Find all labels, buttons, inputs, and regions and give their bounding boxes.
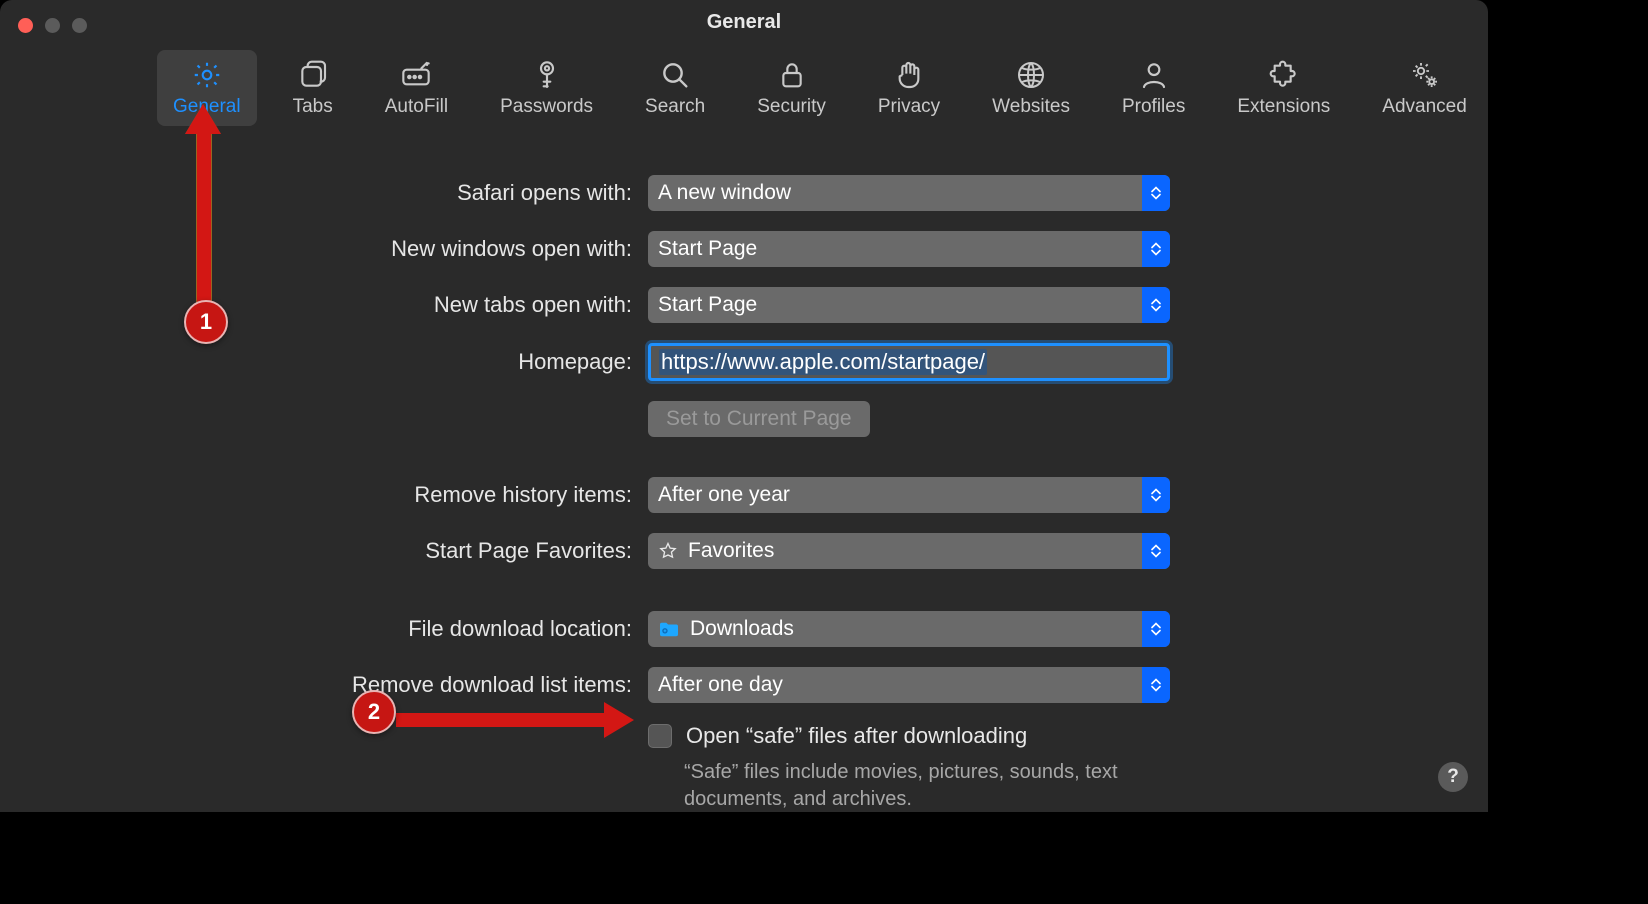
select-download-location[interactable]: Downloads (648, 611, 1170, 647)
hand-icon (893, 58, 925, 92)
select-value: After one day (658, 673, 783, 697)
tab-label: Passwords (500, 96, 593, 118)
folder-icon (658, 620, 680, 638)
open-safe-hint: “Safe” files include movies, pictures, s… (684, 759, 1124, 812)
chevrons-icon (1142, 533, 1170, 569)
select-start-page-favorites[interactable]: Favorites (648, 533, 1170, 569)
lock-icon (776, 58, 808, 92)
label-start-page-favorites: Start Page Favorites: (0, 538, 648, 564)
autofill-icon (400, 58, 432, 92)
star-icon (658, 541, 678, 561)
chevrons-icon (1142, 667, 1170, 703)
tab-profiles[interactable]: Profiles (1106, 50, 1201, 126)
chevrons-icon (1142, 287, 1170, 323)
tab-label: Search (645, 96, 705, 118)
search-icon (659, 58, 691, 92)
tab-general[interactable]: General (157, 50, 257, 126)
label-remove-downloads: Remove download list items: (0, 672, 648, 698)
preferences-toolbar: General Tabs AutoFill (0, 40, 1488, 136)
puzzle-icon (1268, 58, 1300, 92)
tab-label: Profiles (1122, 96, 1185, 118)
globe-icon (1015, 58, 1047, 92)
label-download-location: File download location: (0, 616, 648, 642)
tab-label: Extensions (1237, 96, 1330, 118)
chevrons-icon (1142, 477, 1170, 513)
label-safari-opens-with: Safari opens with: (0, 180, 648, 206)
chevrons-icon (1142, 231, 1170, 267)
select-new-windows-open-with[interactable]: Start Page (648, 231, 1170, 267)
button-set-to-current-page[interactable]: Set to Current Page (648, 401, 870, 437)
checkbox-open-safe-files[interactable] (648, 724, 672, 748)
input-value: https://www.apple.com/startpage/ (659, 349, 987, 375)
tab-label: Security (757, 96, 826, 118)
select-value: Start Page (658, 237, 757, 261)
input-homepage[interactable]: https://www.apple.com/startpage/ (648, 343, 1170, 381)
gear-icon (191, 58, 223, 92)
select-value: Downloads (690, 617, 794, 641)
button-label: Set to Current Page (666, 407, 852, 431)
label-new-tabs-open-with: New tabs open with: (0, 292, 648, 318)
select-value: Favorites (688, 539, 774, 563)
tab-label: Advanced (1382, 96, 1467, 118)
tab-label: AutoFill (385, 96, 448, 118)
gears-icon (1409, 58, 1441, 92)
select-remove-downloads[interactable]: After one day (648, 667, 1170, 703)
titlebar: General (0, 0, 1488, 40)
select-value: A new window (658, 181, 791, 205)
key-icon (531, 58, 563, 92)
tab-label: Privacy (878, 96, 940, 118)
select-value: After one year (658, 483, 790, 507)
tab-privacy[interactable]: Privacy (862, 50, 956, 126)
help-button[interactable]: ? (1438, 762, 1468, 792)
tab-security[interactable]: Security (741, 50, 842, 126)
general-settings-panel: Safari opens with: A new window New wind… (0, 135, 1488, 812)
tab-autofill[interactable]: AutoFill (369, 50, 464, 126)
tab-extensions[interactable]: Extensions (1221, 50, 1346, 126)
tab-advanced[interactable]: Advanced (1366, 50, 1483, 126)
select-new-tabs-open-with[interactable]: Start Page (648, 287, 1170, 323)
tab-passwords[interactable]: Passwords (484, 50, 609, 126)
chevrons-icon (1142, 611, 1170, 647)
tab-label: Tabs (293, 96, 333, 118)
tabs-icon (297, 58, 329, 92)
label-new-windows-open-with: New windows open with: (0, 236, 648, 262)
checkbox-label: Open “safe” files after downloading (686, 723, 1027, 749)
window-title: General (0, 11, 1488, 34)
label-homepage: Homepage: (0, 349, 648, 375)
tab-label: General (173, 96, 241, 118)
label-remove-history: Remove history items: (0, 482, 648, 508)
preferences-window: General General Tabs (0, 0, 1488, 812)
select-safari-opens-with[interactable]: A new window (648, 175, 1170, 211)
tab-websites[interactable]: Websites (976, 50, 1086, 126)
tab-search[interactable]: Search (629, 50, 721, 126)
select-value: Start Page (658, 293, 757, 317)
tab-label: Websites (992, 96, 1070, 118)
tab-tabs[interactable]: Tabs (277, 50, 349, 126)
chevrons-icon (1142, 175, 1170, 211)
profile-icon (1138, 58, 1170, 92)
select-remove-history[interactable]: After one year (648, 477, 1170, 513)
